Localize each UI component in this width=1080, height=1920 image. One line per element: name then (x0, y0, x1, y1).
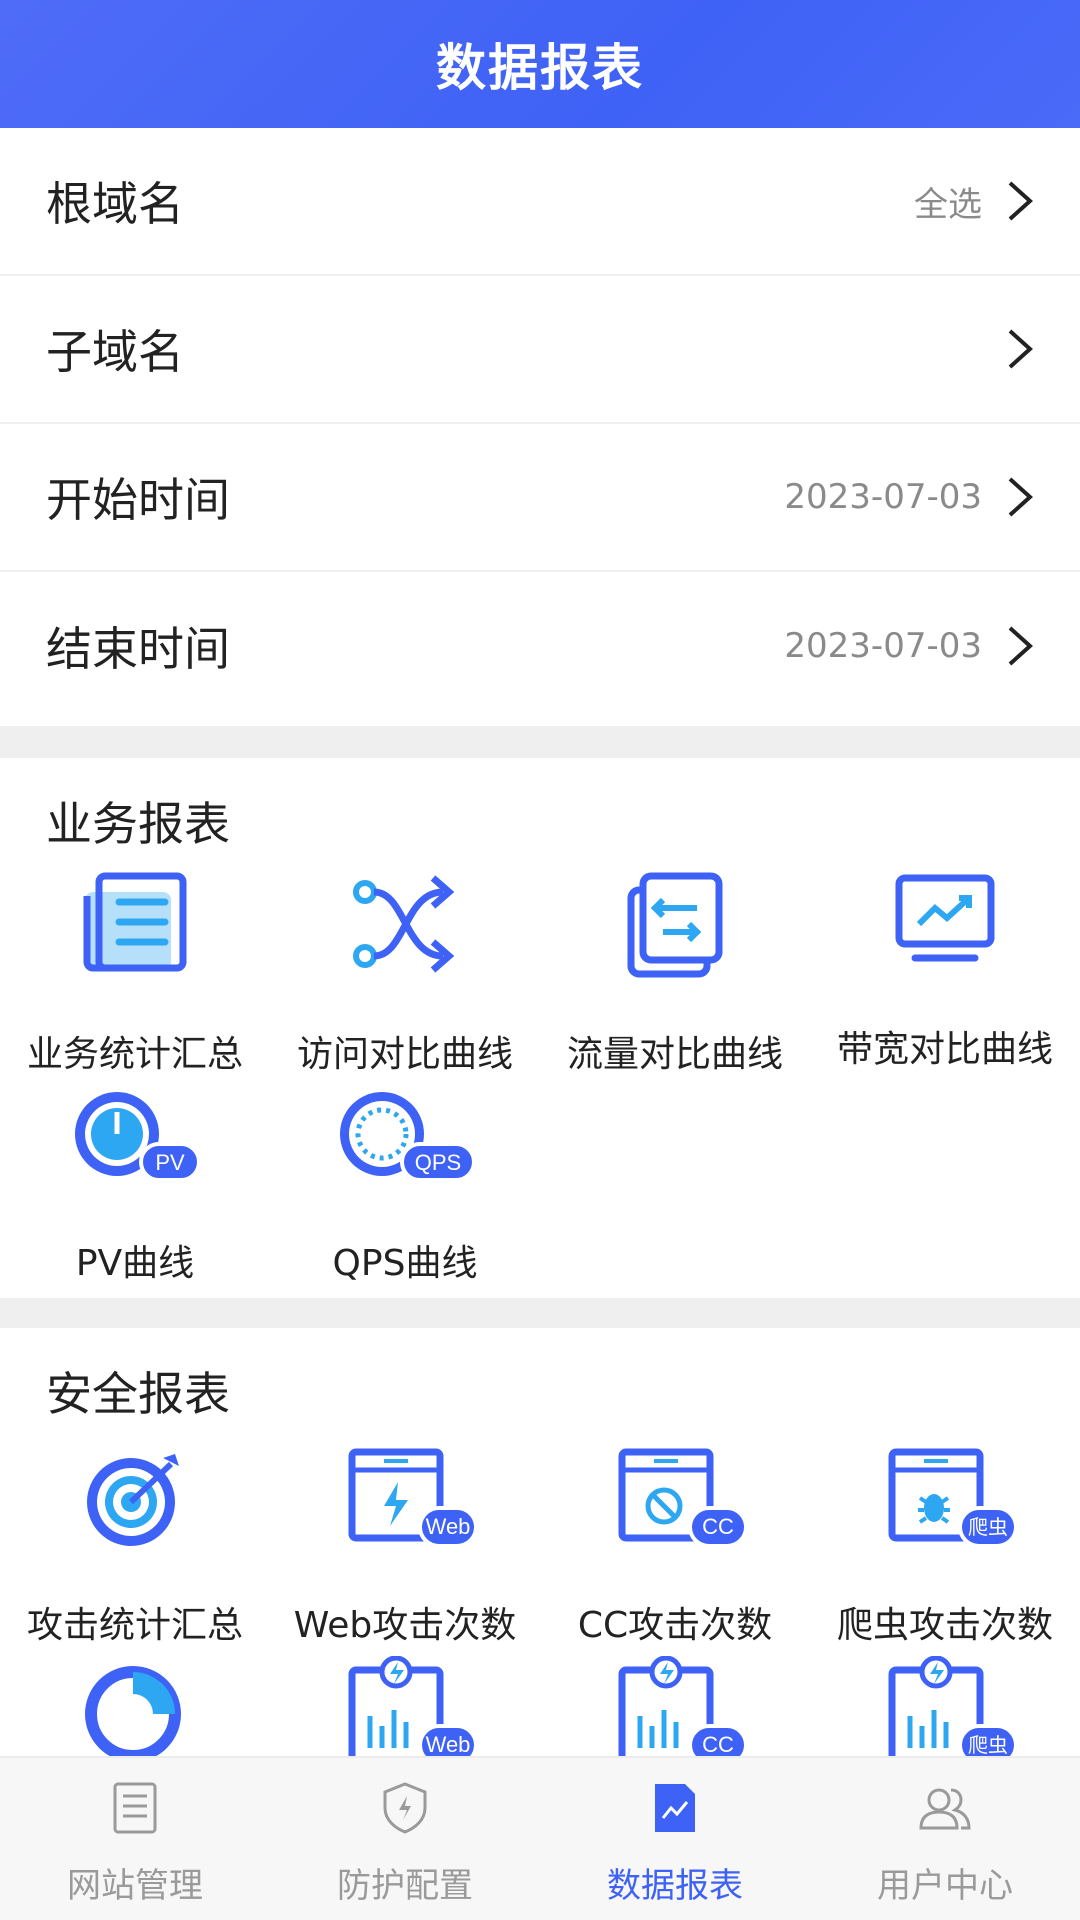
bandwidth-compare-item[interactable] (810, 870, 1080, 980)
page-title: 数据报表 (436, 39, 644, 97)
end-time-value: 2023-07-03 (784, 626, 982, 666)
crawler-badge-text: 爬虫 (968, 1515, 1008, 1539)
chevron-right-icon (1008, 477, 1033, 517)
target-icon (87, 1454, 179, 1546)
crawler-attack-count-label: 爬虫攻击次数 (836, 1605, 1053, 1646)
start-time-value: 2023-07-03 (784, 477, 982, 517)
section-divider (0, 726, 1080, 758)
chevron-right-icon (1008, 181, 1033, 221)
bottom-nav: 网站管理 防护配置 数据报表 用户中心 (0, 1756, 1080, 1920)
cc-bar-chart-icon: CC (618, 1656, 748, 1756)
qps-curve-label: QPS曲线 (332, 1243, 478, 1284)
visit-compare-label: 访问对比曲线 (296, 1034, 513, 1075)
end-time-row[interactable]: 结束时间 2023-07-03 (0, 572, 1080, 720)
attack-pie-item[interactable] (0, 1656, 270, 1756)
traffic-compare-item[interactable] (540, 870, 810, 980)
nav-protection-config[interactable]: 防护配置 (270, 1758, 540, 1920)
app-header: 数据报表 (0, 0, 1080, 128)
nav-website-management[interactable]: 网站管理 (0, 1758, 270, 1920)
web-badge-text: Web (426, 1514, 471, 1539)
chevron-right-icon (1008, 329, 1033, 369)
start-time-row[interactable]: 开始时间 2023-07-03 (0, 424, 1080, 572)
start-time-label: 开始时间 (46, 473, 230, 527)
chevron-right-icon (1008, 626, 1033, 666)
business-section-title: 业务报表 (46, 797, 230, 851)
qps-badge-text: QPS (415, 1150, 461, 1175)
business-summary-label: 业务统计汇总 (26, 1034, 243, 1075)
pv-curve-label: PV曲线 (75, 1243, 195, 1284)
shuffle-arrows-icon (353, 875, 455, 973)
root-domain-label: 根域名 (46, 177, 184, 231)
web-attack-window-icon: Web (348, 1448, 478, 1548)
web-attack-count-label: Web攻击次数 (293, 1605, 517, 1646)
bandwidth-compare-label: 带宽对比曲线 (836, 1029, 1053, 1070)
users-icon (919, 1788, 971, 1830)
pie-chart-icon (85, 1666, 181, 1756)
cc-bar-chart-item[interactable]: CC (540, 1656, 810, 1756)
nav-user-center[interactable]: 用户中心 (810, 1758, 1080, 1920)
crawler-window-icon: 爬虫 (888, 1448, 1018, 1548)
cc-badge-text: CC (702, 1732, 734, 1756)
web-bar-chart-icon: Web (348, 1656, 478, 1756)
cc-attack-count-item[interactable]: CC (540, 1448, 810, 1552)
nav-label: 数据报表 (607, 1866, 743, 1906)
filter-list: 根域名 全选 子域名 开始时间 2023-07-03 结束时间 2023-07-… (0, 128, 1080, 720)
business-summary-item[interactable] (0, 870, 270, 980)
shield-icon (383, 1782, 427, 1834)
crawler-attack-count-item[interactable]: 爬虫 (810, 1448, 1080, 1552)
nav-label: 防护配置 (337, 1866, 473, 1906)
root-domain-row[interactable]: 根域名 全选 (0, 128, 1080, 276)
website-doc-icon (113, 1782, 157, 1834)
document-list-icon (83, 872, 187, 972)
crawler-bar-chart-item[interactable]: 爬虫 (810, 1656, 1080, 1756)
attack-summary-item[interactable] (0, 1448, 270, 1552)
qps-curve-item[interactable]: QPS (270, 1086, 540, 1186)
nav-data-report[interactable]: 数据报表 (540, 1758, 810, 1920)
sub-domain-label: 子域名 (46, 325, 184, 379)
cc-attack-window-icon: CC (618, 1448, 748, 1548)
pv-badge-text: PV (155, 1150, 185, 1175)
report-chart-icon (655, 1784, 695, 1832)
crawler-bar-chart-icon: 爬虫 (888, 1656, 1018, 1756)
nav-label: 用户中心 (877, 1866, 1013, 1906)
cc-attack-count-label: CC攻击次数 (577, 1605, 773, 1646)
cc-badge-text: CC (702, 1514, 734, 1539)
end-time-label: 结束时间 (46, 622, 230, 676)
web-attack-count-item[interactable]: Web (270, 1448, 540, 1552)
attack-summary-label: 攻击统计汇总 (26, 1605, 243, 1646)
web-badge-text: Web (426, 1732, 471, 1756)
crawler-badge-text: 爬虫 (968, 1733, 1008, 1756)
web-bar-chart-item[interactable]: Web (270, 1656, 540, 1756)
sub-domain-row[interactable]: 子域名 (0, 276, 1080, 424)
monitor-trend-icon (895, 874, 995, 962)
section-divider (0, 1298, 1080, 1328)
root-domain-value: 全选 (914, 184, 982, 225)
visit-compare-item[interactable] (270, 870, 540, 980)
nav-label: 网站管理 (67, 1866, 203, 1906)
qps-gauge-icon: QPS (340, 1092, 476, 1182)
transfer-icon (627, 872, 723, 978)
pv-curve-item[interactable]: PV (0, 1086, 270, 1186)
security-section-title: 安全报表 (46, 1367, 230, 1421)
traffic-compare-label: 流量对比曲线 (566, 1034, 783, 1075)
pv-gauge-icon: PV (75, 1092, 201, 1182)
